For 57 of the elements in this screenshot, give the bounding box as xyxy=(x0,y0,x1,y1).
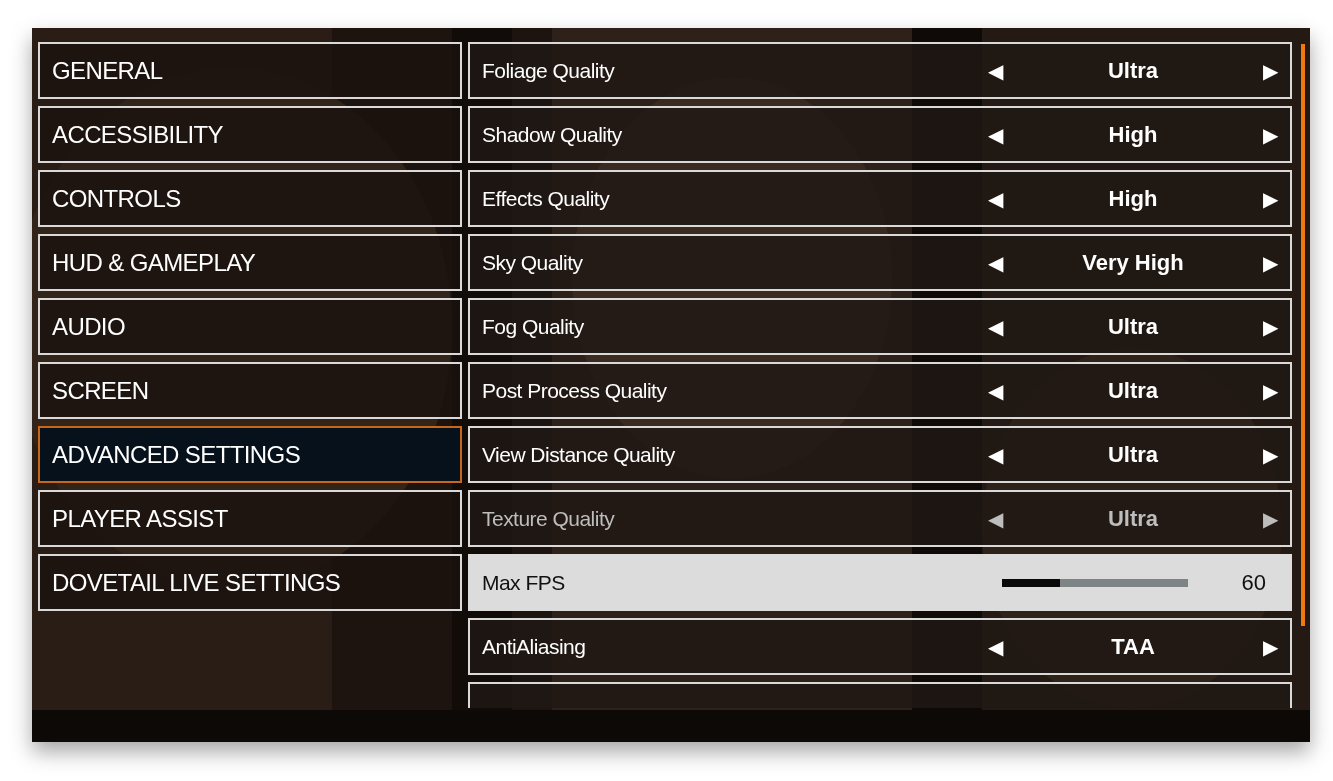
category-tab[interactable]: CONTROLS xyxy=(38,170,462,227)
previous-arrow-button[interactable]: ◀ xyxy=(988,183,1003,214)
setting-label: Sky Quality xyxy=(482,249,584,276)
next-arrow-button[interactable]: ▶ xyxy=(1263,55,1278,86)
slider-value: 60 xyxy=(1240,569,1267,597)
setting-value: High xyxy=(1107,121,1159,149)
category-tab[interactable]: HUD & GAMEPLAY xyxy=(38,234,462,291)
setting-row[interactable]: AntiAliasing ◀ TAA ▶ xyxy=(468,618,1292,675)
setting-value: High xyxy=(1107,185,1159,213)
setting-value: Ultra xyxy=(1106,377,1160,405)
setting-label: Shadow Quality xyxy=(482,121,623,148)
setting-label: Post Process Quality xyxy=(482,377,668,404)
next-arrow-button[interactable]: ▶ xyxy=(1263,439,1278,470)
slider-track[interactable] xyxy=(1002,578,1188,587)
setting-row[interactable]: Foliage Quality ◀ Ultra ▶ xyxy=(468,42,1292,99)
setting-row[interactable]: View Distance Quality ◀ Ultra ▶ xyxy=(468,426,1292,483)
next-arrow-button[interactable]: ▶ xyxy=(1263,247,1278,278)
setting-row[interactable]: Max FPS 60 xyxy=(468,554,1292,611)
setting-value: Ultra xyxy=(1106,441,1160,469)
previous-arrow-button[interactable]: ◀ xyxy=(988,247,1003,278)
previous-arrow-button[interactable]: ◀ xyxy=(988,375,1003,406)
scrollbar[interactable] xyxy=(1301,44,1305,626)
category-tab[interactable]: ADVANCED SETTINGS xyxy=(38,426,462,483)
setting-label: Fog Quality xyxy=(482,313,585,340)
setting-row[interactable]: Shadow Quality ◀ High ▶ xyxy=(468,106,1292,163)
setting-label: Foliage Quality xyxy=(482,57,616,84)
setting-row[interactable]: Sky Quality ◀ Very High ▶ xyxy=(468,234,1292,291)
previous-arrow-button[interactable]: ◀ xyxy=(988,55,1003,86)
setting-value: Very High xyxy=(1081,249,1185,277)
setting-label: Effects Quality xyxy=(482,185,611,212)
previous-arrow-button[interactable]: ◀ xyxy=(988,439,1003,470)
setting-row[interactable]: Post Process Quality ◀ Ultra ▶ xyxy=(468,362,1292,419)
next-arrow-button[interactable]: ▶ xyxy=(1263,375,1278,406)
next-arrow-button[interactable]: ▶ xyxy=(1263,631,1278,662)
next-arrow-button[interactable]: ▶ xyxy=(1263,119,1278,150)
next-arrow-button[interactable]: ▶ xyxy=(1263,311,1278,342)
previous-arrow-button[interactable]: ◀ xyxy=(988,311,1003,342)
setting-value: Ultra xyxy=(1106,313,1160,341)
setting-label: Max FPS xyxy=(482,569,566,596)
category-tab[interactable]: DOVETAIL LIVE SETTINGS xyxy=(38,554,462,611)
previous-arrow-button[interactable]: ◀ xyxy=(988,631,1003,662)
setting-row[interactable] xyxy=(468,682,1292,708)
setting-row[interactable]: Effects Quality ◀ High ▶ xyxy=(468,170,1292,227)
setting-label: AntiAliasing xyxy=(482,633,587,660)
next-arrow-button[interactable]: ▶ xyxy=(1263,183,1278,214)
previous-arrow-button[interactable]: ◀ xyxy=(988,119,1003,150)
setting-value: Ultra xyxy=(1106,57,1160,85)
setting-value: TAA xyxy=(1110,633,1156,661)
category-tab[interactable]: GENERAL xyxy=(38,42,462,99)
setting-row[interactable]: Fog Quality ◀ Ultra ▶ xyxy=(468,298,1292,355)
setting-label: View Distance Quality xyxy=(482,441,676,468)
category-tab[interactable]: SCREEN xyxy=(38,362,462,419)
category-tab[interactable]: AUDIO xyxy=(38,298,462,355)
setting-value: Ultra xyxy=(1106,505,1160,533)
category-tab[interactable]: PLAYER ASSIST xyxy=(38,490,462,547)
category-tab[interactable]: ACCESSIBILITY xyxy=(38,106,462,163)
setting-label: Texture Quality xyxy=(482,505,616,532)
